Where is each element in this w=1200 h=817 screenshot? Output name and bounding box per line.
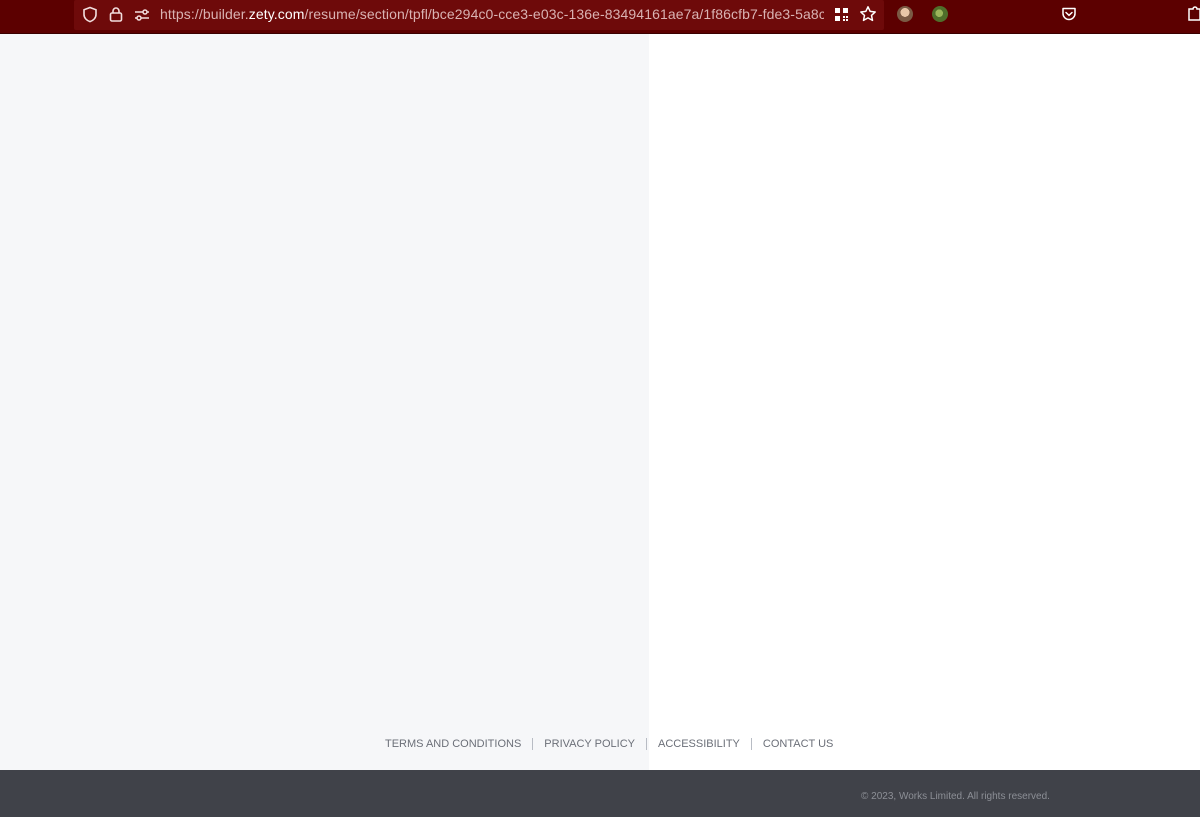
- lock-icon[interactable]: [108, 6, 124, 23]
- divider: [532, 738, 534, 750]
- profile-avatar-icon[interactable]: [897, 6, 913, 22]
- copyright-text: © 2023, Works Limited. All rights reserv…: [861, 791, 1050, 802]
- url-text[interactable]: https://builder.zety.com/resume/section/…: [160, 0, 824, 30]
- qr-grid-icon[interactable]: [834, 7, 849, 22]
- url-host: zety.com: [248, 6, 305, 22]
- bookmark-star-icon[interactable]: [859, 5, 877, 23]
- browser-toolbar: https://builder.zety.com/resume/section/…: [0, 0, 1200, 34]
- extensions-icon[interactable]: [1188, 6, 1200, 22]
- left-panel: [0, 34, 649, 770]
- extension-avatar-icon[interactable]: [932, 6, 948, 22]
- divider: [645, 738, 647, 750]
- accessibility-link[interactable]: ACCESSIBILITY: [658, 738, 740, 750]
- footer-links: TERMS AND CONDITIONS PRIVACY POLICY ACCE…: [385, 736, 833, 752]
- shield-icon[interactable]: [82, 6, 98, 23]
- url-path: /resume/section/tpfl/bce294c0-cce3-e03c-…: [304, 6, 824, 22]
- pocket-icon[interactable]: [1061, 6, 1077, 22]
- privacy-policy-link[interactable]: PRIVACY POLICY: [544, 738, 635, 750]
- contact-us-link[interactable]: CONTACT US: [763, 738, 834, 750]
- permissions-icon[interactable]: [134, 7, 150, 23]
- address-bar[interactable]: https://builder.zety.com/resume/section/…: [74, 0, 884, 30]
- divider: [750, 738, 752, 750]
- page-footer: © 2023, Works Limited. All rights reserv…: [0, 770, 1200, 817]
- terms-link[interactable]: TERMS AND CONDITIONS: [385, 738, 521, 750]
- url-prefix: https://builder.: [160, 6, 249, 22]
